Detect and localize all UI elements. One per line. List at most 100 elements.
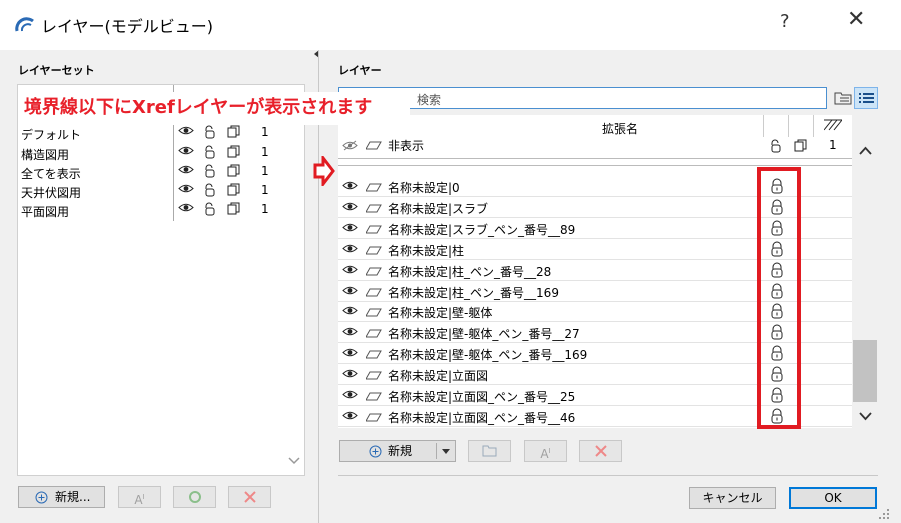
copy-icon[interactable] — [227, 202, 240, 218]
eye-icon[interactable] — [342, 410, 358, 424]
hidden-layer-row[interactable]: 非表示 1 — [338, 133, 852, 159]
layer-set-item[interactable]: 天井伏図用 1 — [18, 182, 298, 201]
hidden-label: 非表示 — [388, 139, 425, 153]
lock-icon[interactable] — [203, 125, 217, 142]
window-title: レイヤー(モデルビュー) — [41, 17, 214, 36]
delete-icon — [243, 491, 256, 503]
new-layer-button[interactable]: 新規 — [339, 440, 456, 462]
refresh-icon — [188, 491, 201, 503]
layer-set-name: デフォルト — [21, 128, 82, 142]
layer-name: 名称未設定|壁-躯体 — [388, 306, 493, 321]
layer-plane-icon — [365, 390, 382, 404]
layer-plane-icon — [365, 202, 382, 216]
layer-plane-icon — [365, 286, 382, 300]
right-arrow-icon — [313, 156, 335, 186]
rename-icon: AI — [134, 493, 145, 507]
eye-icon[interactable] — [342, 180, 358, 194]
hidden-eye-icon — [342, 140, 358, 151]
layer-plane-icon — [365, 223, 382, 237]
chevron-down-icon[interactable] — [288, 457, 300, 465]
pen-number: 1 — [261, 202, 269, 216]
layer-plane-icon — [365, 327, 382, 341]
layer-plane-icon — [365, 306, 382, 320]
layer-plane-icon — [365, 369, 382, 383]
lock-icon[interactable] — [769, 139, 783, 153]
chevron-up-icon[interactable] — [859, 146, 872, 155]
copy-icon[interactable] — [227, 183, 240, 199]
copy-icon[interactable] — [794, 139, 807, 152]
ok-button[interactable]: OK — [789, 487, 877, 509]
new-layer-set-button[interactable]: 新規... — [18, 486, 105, 508]
layer-set-item[interactable]: デフォルト 1 — [18, 124, 298, 143]
folder-icon — [482, 445, 497, 457]
title-bar: レイヤー(モデルビュー) ? ✕ — [0, 0, 901, 50]
layer-set-name: 天井伏図用 — [21, 186, 82, 200]
layer-name: 名称未設定|柱_ペン_番号__169 — [388, 285, 559, 300]
pen-number: 1 — [261, 164, 269, 178]
list-view-button[interactable] — [854, 87, 878, 109]
delete-layer-button[interactable] — [579, 440, 622, 462]
pen-number: 1 — [261, 183, 269, 197]
collapse-arrow-icon[interactable] — [314, 50, 320, 58]
delete-layer-set-button[interactable] — [228, 486, 271, 508]
search-placeholder: 検索 — [417, 93, 442, 107]
list-view-icon — [859, 93, 874, 103]
lock-icon[interactable] — [203, 164, 217, 181]
layer-set-name: 全てを表示 — [21, 167, 81, 181]
eye-icon[interactable] — [342, 201, 358, 215]
eye-icon[interactable] — [178, 145, 194, 159]
layer-set-item[interactable]: 全てを表示 1 — [18, 163, 298, 182]
eye-icon[interactable] — [178, 202, 194, 216]
layer-header: レイヤー — [338, 64, 382, 77]
layer-name: 名称未設定|0 — [388, 181, 460, 195]
eye-icon[interactable] — [342, 305, 358, 319]
boundary-line — [338, 165, 852, 166]
layer-plane-icon — [365, 244, 382, 258]
layer-name: 名称未設定|立面図_ペン_番号__46 — [388, 410, 576, 425]
folder-view-icon[interactable] — [834, 90, 852, 106]
copy-icon[interactable] — [227, 145, 240, 161]
eye-icon[interactable] — [342, 326, 358, 340]
cancel-button[interactable]: キャンセル — [689, 487, 776, 509]
eye-icon[interactable] — [178, 183, 194, 197]
eye-icon[interactable] — [342, 285, 358, 299]
layer-set-item[interactable]: 平面図用 1 — [18, 201, 298, 220]
layer-set-item[interactable]: 構造図用 1 — [18, 144, 298, 163]
rename-button[interactable]: AI — [118, 486, 161, 508]
refresh-button[interactable] — [173, 486, 216, 508]
layer-name: 名称未設定|スラブ_ペン_番号__89 — [388, 222, 576, 237]
copy-icon[interactable] — [227, 125, 240, 141]
copy-icon[interactable] — [227, 164, 240, 180]
eye-icon[interactable] — [342, 347, 358, 361]
chevron-down-icon[interactable] — [859, 412, 872, 421]
eye-icon[interactable] — [342, 222, 358, 236]
layer-name: 名称未設定|スラブ — [388, 201, 489, 216]
new-button-label: 新規... — [55, 490, 91, 504]
close-button[interactable]: ✕ — [847, 9, 865, 31]
eye-icon[interactable] — [342, 264, 358, 278]
lock-icon[interactable] — [203, 183, 217, 200]
layer-scrollbar[interactable] — [852, 115, 878, 428]
help-button[interactable]: ? — [780, 11, 790, 32]
pen-number: 1 — [829, 138, 837, 152]
rename-layer-button[interactable]: AI — [524, 440, 567, 462]
lock-icon[interactable] — [203, 202, 217, 219]
layer-folder-button[interactable] — [468, 440, 511, 462]
scrollbar-thumb[interactable] — [853, 340, 877, 402]
layer-set-name: 構造図用 — [21, 148, 70, 162]
resize-grip-icon[interactable] — [878, 508, 890, 520]
dropdown-arrow-icon[interactable] — [442, 449, 450, 454]
pen-number: 1 — [261, 145, 269, 159]
eye-icon[interactable] — [178, 125, 194, 139]
eye-icon[interactable] — [342, 389, 358, 403]
layer-plane-icon — [365, 265, 382, 279]
lock-icon[interactable] — [203, 145, 217, 162]
layer-name: 名称未設定|立面図_ペン_番号__25 — [388, 390, 576, 404]
eye-icon[interactable] — [342, 243, 358, 257]
delete-icon — [594, 445, 607, 457]
eye-icon[interactable] — [178, 164, 194, 178]
lock-column-highlight — [757, 167, 801, 429]
eye-icon[interactable] — [342, 368, 358, 382]
layer-plane-icon — [365, 348, 382, 362]
layer-search-input[interactable]: 検索 — [338, 87, 827, 109]
